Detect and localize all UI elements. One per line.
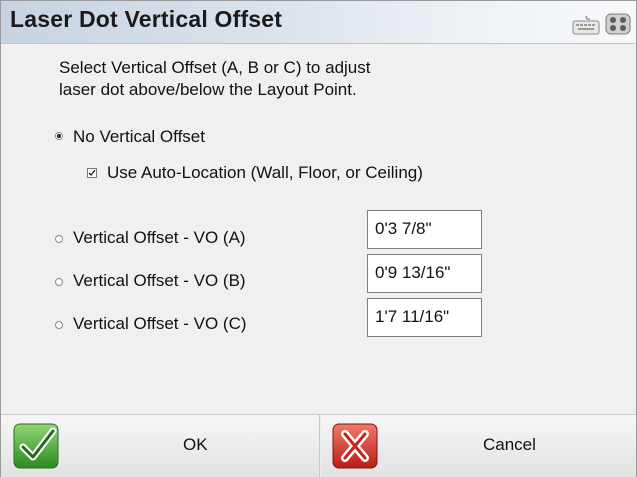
- instruction-line-1: Select Vertical Offset (A, B or C) to ad…: [59, 58, 371, 77]
- offset-c-label[interactable]: Vertical Offset - VO (C): [73, 314, 247, 334]
- title-bar: Laser Dot Vertical Offset: [1, 1, 636, 44]
- offset-a-radio[interactable]: [55, 235, 63, 243]
- no-offset-radio[interactable]: [55, 132, 63, 140]
- offset-c-radio[interactable]: [55, 321, 63, 329]
- offset-b-label[interactable]: Vertical Offset - VO (B): [73, 271, 246, 291]
- cancel-button[interactable]: Cancel: [321, 415, 636, 477]
- auto-location-checkbox[interactable]: [87, 168, 97, 178]
- offset-c-value: 1'7 11/16": [375, 307, 450, 326]
- button-bar: OK Cancel: [1, 414, 636, 477]
- offset-a-field[interactable]: 0'3 7/8": [367, 210, 482, 249]
- dialog-window: Laser Dot Vertical Offset Select Vertica…: [0, 0, 637, 477]
- instruction-line-2: laser dot above/below the Layout Point.: [59, 80, 357, 99]
- auto-location-label[interactable]: Use Auto-Location (Wall, Floor, or Ceili…: [107, 163, 423, 183]
- gamepad-icon[interactable]: [605, 11, 631, 37]
- cancel-button-label: Cancel: [483, 435, 536, 454]
- ok-button-label: OK: [183, 435, 208, 454]
- offset-b-value: 0'9 13/16": [375, 263, 451, 282]
- offset-c-field[interactable]: 1'7 11/16": [367, 298, 482, 337]
- offset-a-value: 0'3 7/8": [375, 219, 432, 238]
- no-offset-label[interactable]: No Vertical Offset: [73, 127, 205, 147]
- dialog-title: Laser Dot Vertical Offset: [10, 6, 283, 32]
- checkmark-icon: [88, 169, 96, 177]
- offset-b-field[interactable]: 0'9 13/16": [367, 254, 482, 293]
- keyboard-icon[interactable]: [572, 15, 600, 35]
- offset-b-radio[interactable]: [55, 278, 63, 286]
- green-checkmark-icon: [13, 423, 59, 469]
- ok-button[interactable]: OK: [1, 415, 320, 477]
- red-x-icon: [332, 423, 378, 469]
- offset-a-label[interactable]: Vertical Offset - VO (A): [73, 228, 246, 248]
